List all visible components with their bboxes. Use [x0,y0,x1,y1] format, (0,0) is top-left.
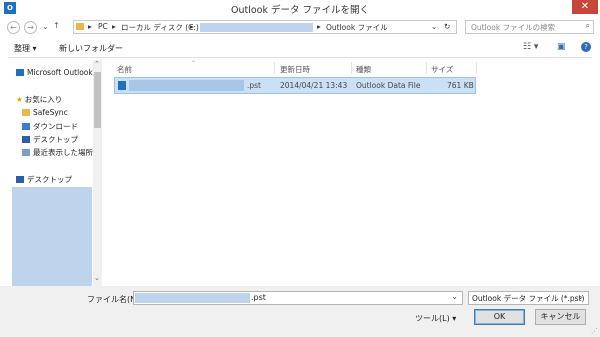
redacted-folder [200,23,313,32]
folder-icon [22,109,30,116]
scroll-down-icon[interactable]: ⌄ [94,274,100,282]
nav-item-label: お気に入り [24,95,63,104]
filename-input[interactable]: .pst ⌄ [133,291,463,305]
column-divider[interactable] [426,62,427,74]
view-options-icon[interactable]: ☷ ▾ [523,42,538,52]
column-header-size[interactable]: サイズ [431,64,453,75]
breadcrumb-separator: ▸ [88,22,92,31]
redacted-filename [129,80,244,91]
folder-icon [76,23,84,30]
breadcrumb-separator: ▸ [317,22,321,31]
nav-item-downloads[interactable]: ダウンロード [22,121,78,132]
column-divider[interactable] [476,62,477,74]
nav-item-microsoft-outlook[interactable]: Microsoft Outlook [16,68,93,77]
up-icon[interactable]: ↑ [53,21,60,30]
breadcrumb-separator: ▸ [190,22,194,31]
redacted-nav-area [12,187,92,286]
filename-suffix: .pst [251,293,266,302]
outlook-icon [16,69,24,76]
star-icon: ★ [16,95,23,104]
file-name-suffix: .pst [247,81,261,90]
toolbar-divider [8,57,592,58]
column-divider[interactable] [351,62,352,74]
file-date: 2014/04/21 13:43 [280,81,348,90]
title-bar: O Outlook データ ファイルを開く ✕ [0,0,600,17]
nav-item-label: 最近表示した場所 [33,148,93,157]
filter-dropdown-icon[interactable]: ⌄ [577,292,584,301]
nav-item-desktop[interactable]: デスクトップ [22,134,78,145]
close-button[interactable]: ✕ [572,0,598,14]
search-placeholder: Outlook ファイルの検索 [471,23,556,32]
nav-item-label: Microsoft Outlook [27,68,93,77]
recent-locations-icon[interactable]: ⌄ [42,22,49,31]
nav-item-label: ダウンロード [33,122,78,131]
filename-dropdown-icon[interactable]: ⌄ [451,292,458,301]
file-list[interactable]: ⌃ 名前 更新日時 種類 サイズ .pst 2014/04/21 13:43 O… [112,60,600,286]
breadcrumb-separator: ▸ [112,22,116,31]
preview-pane-icon[interactable]: ▣ [557,42,566,52]
file-type-filter[interactable]: Outlook データ ファイル (*.pst) ⌄ [468,291,589,305]
redacted-filename [135,293,250,303]
file-type: Outlook Data File [356,81,421,90]
scroll-up-icon[interactable]: ⌃ [94,60,100,68]
column-header-type[interactable]: 種類 [356,64,371,75]
pst-file-icon [118,81,126,90]
window-title: Outlook データ ファイルを開く [230,5,370,16]
column-header-date[interactable]: 更新日時 [280,64,310,75]
nav-item-safesync[interactable]: SafeSync [22,108,68,117]
file-type-filter-label: Outlook データ ファイル (*.pst) [472,294,585,303]
download-icon [22,123,30,130]
help-icon[interactable]: ? [581,42,591,52]
breadcrumb-outlook-files[interactable]: Outlook ファイル [326,22,388,33]
refresh-icon[interactable]: ↻ [444,22,450,31]
file-size: 761 KB [447,81,474,90]
new-folder-button[interactable]: 新しいフォルダー [59,43,123,54]
nav-scroll-thumb[interactable] [94,72,101,128]
sort-caret-icon: ⌃ [191,60,197,67]
breadcrumb-pc[interactable]: PC [98,22,108,31]
table-row[interactable]: .pst 2014/04/21 13:43 Outlook Data File … [114,77,476,94]
cancel-button[interactable]: キャンセル [535,309,586,325]
tools-button[interactable]: ツール(L) ▾ [415,313,456,324]
column-divider[interactable] [274,62,275,74]
address-bar[interactable]: ▸ PC ▸ ローカル ディスク (C:) ▸ ▸ Outlook ファイル ⌄… [73,20,457,34]
toolbar: 整理 ▾ 新しいフォルダー ☷ ▾ ▣ ? [0,39,600,57]
nav-item-label: SafeSync [33,108,68,117]
nav-item-recent-places[interactable]: 最近表示した場所 [22,147,93,158]
nav-item-desktop-root[interactable]: デスクトップ [16,174,72,185]
column-header-name[interactable]: 名前 [117,64,132,75]
nav-item-label: デスクトップ [27,175,72,184]
resize-grip-icon[interactable]: ⋰ [591,327,598,335]
search-input[interactable]: Outlook ファイルの検索 ⌕ [465,20,594,34]
forward-icon[interactable]: → [24,21,37,34]
address-dropdown-icon[interactable]: ⌄ [431,22,437,31]
search-icon[interactable]: ⌕ [586,21,590,31]
nav-favorites[interactable]: ★ お気に入り [16,94,62,105]
recent-places-icon [22,149,30,156]
desktop-icon [22,136,30,143]
dialog-footer: ファイル名(N): .pst ⌄ Outlook データ ファイル (*.pst… [0,286,600,337]
address-bar-row: ← → ⌄ ↑ ▸ PC ▸ ローカル ディスク (C:) ▸ ▸ Outloo… [0,17,600,37]
desktop-icon [16,176,24,183]
breadcrumb-local-disk[interactable]: ローカル ディスク (C:) [121,22,199,33]
organize-button[interactable]: 整理 ▾ [14,43,37,54]
ok-button[interactable]: OK [474,309,525,325]
back-icon[interactable]: ← [7,21,20,34]
nav-item-label: デスクトップ [33,135,78,144]
